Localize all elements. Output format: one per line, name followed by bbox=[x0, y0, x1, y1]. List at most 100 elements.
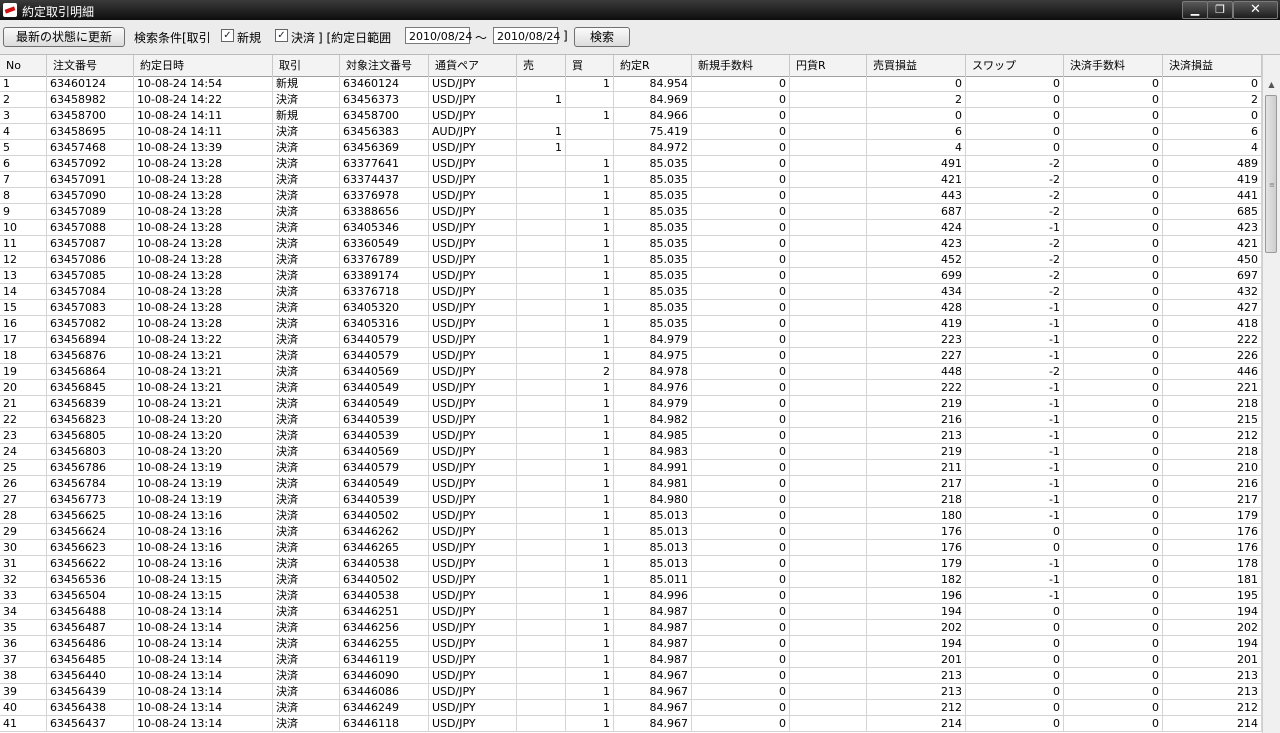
table-row[interactable]: 6 63457092 10-08-24 13:28 決済 63377641 USD/JPY… bbox=[0, 156, 1262, 172]
table-row[interactable]: 22 63456823 10-08-24 13:20 決済 63440539 USD/JP… bbox=[0, 412, 1262, 428]
table-row[interactable]: 5 63457468 10-08-24 13:39 決済 63456369 USD/JPY… bbox=[0, 140, 1262, 156]
table-row[interactable]: 34 63456488 10-08-24 13:14 決済 63446251 USD/JP… bbox=[0, 604, 1262, 620]
table-row[interactable]: 16 63457082 10-08-24 13:28 決済 63405316 USD/JP… bbox=[0, 316, 1262, 332]
cell-no: 7 bbox=[0, 172, 47, 188]
cell-no: 4 bbox=[0, 124, 47, 140]
settle-checkbox-label[interactable]: 決済 bbox=[291, 29, 315, 46]
table-row[interactable]: 39 63456439 10-08-24 13:14 決済 63446086 USD/JP… bbox=[0, 684, 1262, 700]
table-row[interactable]: 11 63457087 10-08-24 13:28 決済 63360549 USD/JP… bbox=[0, 236, 1262, 252]
column-header-settle-fee[interactable]: 決済手数料 bbox=[1064, 55, 1163, 76]
cell-trade-pl: 421 bbox=[867, 172, 966, 188]
column-header-sell[interactable]: 売 bbox=[517, 55, 566, 76]
cell-exec-rate: 84.982 bbox=[614, 412, 692, 428]
cell-trade-pl: 4 bbox=[867, 140, 966, 156]
scroll-up-arrow-icon[interactable]: ▲ bbox=[1263, 76, 1280, 93]
table-row[interactable]: 31 63456622 10-08-24 13:16 決済 63440538 USD/JP… bbox=[0, 556, 1262, 572]
cell-settle-pl: 179 bbox=[1163, 508, 1262, 524]
table-row[interactable]: 19 63456864 10-08-24 13:21 決済 63440569 USD/JP… bbox=[0, 364, 1262, 380]
column-header-currency-pair[interactable]: 通貨ペア bbox=[429, 55, 517, 76]
cell-yen-rate bbox=[790, 700, 867, 716]
cell-sell bbox=[517, 268, 566, 284]
table-row[interactable]: 41 63456437 10-08-24 13:14 決済 63446118 USD/JP… bbox=[0, 716, 1262, 732]
column-header-order-no[interactable]: 注文番号 bbox=[47, 55, 134, 76]
table-row[interactable]: 8 63457090 10-08-24 13:28 決済 63376978 USD/JPY… bbox=[0, 188, 1262, 204]
column-header-new-fee[interactable]: 新規手数料 bbox=[692, 55, 790, 76]
cell-no: 1 bbox=[0, 76, 47, 92]
date-from-input[interactable]: 2010/08/24 bbox=[405, 27, 472, 44]
table-row[interactable]: 36 63456486 10-08-24 13:14 決済 63446255 USD/JP… bbox=[0, 636, 1262, 652]
table-row[interactable]: 18 63456876 10-08-24 13:21 決済 63440579 USD/JP… bbox=[0, 348, 1262, 364]
table-row[interactable]: 9 63457089 10-08-24 13:28 決済 63388656 USD/JPY… bbox=[0, 204, 1262, 220]
table-row[interactable]: 14 63457084 10-08-24 13:28 決済 63376718 USD/JP… bbox=[0, 284, 1262, 300]
table-row[interactable]: 12 63457086 10-08-24 13:28 決済 63376789 USD/JP… bbox=[0, 252, 1262, 268]
column-header-no[interactable]: No bbox=[0, 55, 47, 76]
cell-trade-type: 決済 bbox=[273, 124, 340, 140]
settle-checkbox[interactable]: ✓ bbox=[275, 29, 288, 42]
table-row[interactable]: 15 63457083 10-08-24 13:28 決済 63405320 USD/JP… bbox=[0, 300, 1262, 316]
table-row[interactable]: 38 63456440 10-08-24 13:14 決済 63446090 USD/JP… bbox=[0, 668, 1262, 684]
column-header-swap[interactable]: スワップ bbox=[966, 55, 1064, 76]
table-row[interactable]: 1 63460124 10-08-24 14:54 新規 63460124 USD/JPY… bbox=[0, 76, 1262, 92]
table-row[interactable]: 23 63456805 10-08-24 13:20 決済 63440539 USD/JP… bbox=[0, 428, 1262, 444]
table-row[interactable]: 24 63456803 10-08-24 13:20 決済 63440569 USD/JP… bbox=[0, 444, 1262, 460]
column-header-target-order-no[interactable]: 対象注文番号 bbox=[340, 55, 429, 76]
table-row[interactable]: 33 63456504 10-08-24 13:15 決済 63440538 USD/JP… bbox=[0, 588, 1262, 604]
cell-sell bbox=[517, 588, 566, 604]
column-header-trade-pl[interactable]: 売買損益 bbox=[867, 55, 966, 76]
cell-no: 8 bbox=[0, 188, 47, 204]
cell-settle-pl: 202 bbox=[1163, 620, 1262, 636]
cell-swap: -1 bbox=[966, 444, 1064, 460]
table-row[interactable]: 4 63458695 10-08-24 14:11 決済 63456383 AUD/JPY… bbox=[0, 124, 1262, 140]
title-bar[interactable]: 約定取引明細 ▁ ❐ ✕ bbox=[0, 0, 1280, 20]
table-row[interactable]: 37 63456485 10-08-24 13:14 決済 63446119 USD/JP… bbox=[0, 652, 1262, 668]
table-row[interactable]: 35 63456487 10-08-24 13:14 決済 63446256 USD/JP… bbox=[0, 620, 1262, 636]
maximize-button[interactable]: ❐ bbox=[1207, 1, 1233, 19]
cell-datetime: 10-08-24 13:28 bbox=[134, 268, 273, 284]
column-header-exec-rate[interactable]: 約定R bbox=[614, 55, 692, 76]
date-to-input[interactable]: 2010/08/24 bbox=[493, 27, 560, 44]
cell-buy: 1 bbox=[566, 268, 614, 284]
table-row[interactable]: 3 63458700 10-08-24 14:11 新規 63458700 USD/JPY… bbox=[0, 108, 1262, 124]
table-row[interactable]: 29 63456624 10-08-24 13:16 決済 63446262 USD/JP… bbox=[0, 524, 1262, 540]
cell-new-fee: 0 bbox=[692, 188, 790, 204]
column-header-yen-rate[interactable]: 円貨R bbox=[790, 55, 867, 76]
cell-yen-rate bbox=[790, 332, 867, 348]
cell-target-order-no: 63456369 bbox=[340, 140, 429, 156]
column-header-settle-pl[interactable]: 決済損益 bbox=[1163, 55, 1262, 76]
search-button[interactable]: 検索 bbox=[574, 27, 630, 47]
cell-yen-rate bbox=[790, 76, 867, 92]
column-header-datetime[interactable]: 約定日時 bbox=[134, 55, 273, 76]
table-row[interactable]: 20 63456845 10-08-24 13:21 決済 63440549 USD/JP… bbox=[0, 380, 1262, 396]
table-row[interactable]: 28 63456625 10-08-24 13:16 決済 63440502 USD/JP… bbox=[0, 508, 1262, 524]
column-header-buy[interactable]: 買 bbox=[566, 55, 614, 76]
cell-new-fee: 0 bbox=[692, 220, 790, 236]
cell-exec-rate: 84.969 bbox=[614, 92, 692, 108]
table-row[interactable]: 7 63457091 10-08-24 13:28 決済 63374437 USD/JPY… bbox=[0, 172, 1262, 188]
table-row[interactable]: 26 63456784 10-08-24 13:19 決済 63440549 USD/JP… bbox=[0, 476, 1262, 492]
cell-yen-rate bbox=[790, 476, 867, 492]
vertical-scrollbar[interactable]: ▲ ≡ bbox=[1262, 55, 1280, 733]
table-row[interactable]: 17 63456894 10-08-24 13:22 決済 63440579 USD/JP… bbox=[0, 332, 1262, 348]
table-row[interactable]: 25 63456786 10-08-24 13:19 決済 63440579 USD/JP… bbox=[0, 460, 1262, 476]
table-row[interactable]: 2 63458982 10-08-24 14:22 決済 63456373 USD/JPY… bbox=[0, 92, 1262, 108]
table-row[interactable]: 40 63456438 10-08-24 13:14 決済 63446249 USD/JP… bbox=[0, 700, 1262, 716]
minimize-button[interactable]: ▁ bbox=[1182, 1, 1208, 19]
cell-buy: 1 bbox=[566, 396, 614, 412]
table-row[interactable]: 30 63456623 10-08-24 13:16 決済 63446265 USD/JP… bbox=[0, 540, 1262, 556]
cell-target-order-no: 63376978 bbox=[340, 188, 429, 204]
cell-new-fee: 0 bbox=[692, 556, 790, 572]
table-row[interactable]: 10 63457088 10-08-24 13:28 決済 63405346 USD/JP… bbox=[0, 220, 1262, 236]
table-row[interactable]: 32 63456536 10-08-24 13:15 決済 63440502 USD/JP… bbox=[0, 572, 1262, 588]
column-header-trade-type[interactable]: 取引 bbox=[273, 55, 340, 76]
table-row[interactable]: 27 63456773 10-08-24 13:19 決済 63440539 USD/JP… bbox=[0, 492, 1262, 508]
cell-target-order-no: 63440538 bbox=[340, 556, 429, 572]
refresh-button[interactable]: 最新の状態に更新 bbox=[3, 27, 125, 47]
close-button[interactable]: ✕ bbox=[1233, 1, 1278, 19]
new-checkbox-label[interactable]: 新規 bbox=[237, 29, 261, 46]
cell-target-order-no: 63446249 bbox=[340, 700, 429, 716]
table-row[interactable]: 21 63456839 10-08-24 13:21 決済 63440549 USD/JP… bbox=[0, 396, 1262, 412]
cell-no: 23 bbox=[0, 428, 47, 444]
new-checkbox[interactable]: ✓ bbox=[221, 29, 234, 42]
scrollbar-thumb[interactable]: ≡ bbox=[1265, 95, 1277, 253]
table-row[interactable]: 13 63457085 10-08-24 13:28 決済 63389174 USD/JP… bbox=[0, 268, 1262, 284]
